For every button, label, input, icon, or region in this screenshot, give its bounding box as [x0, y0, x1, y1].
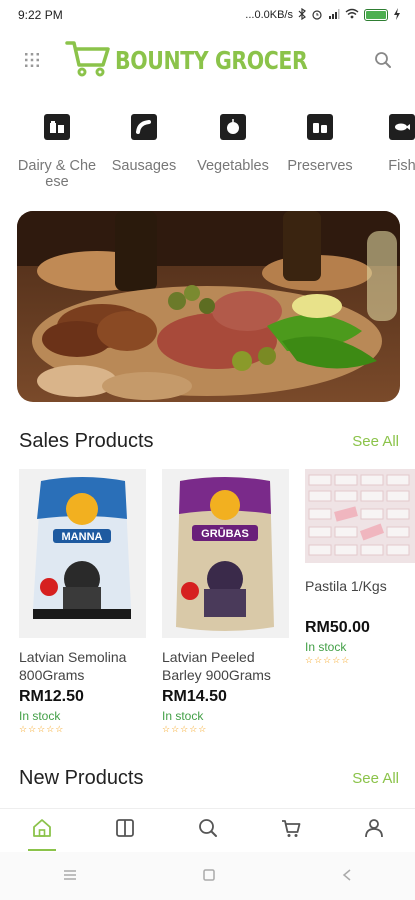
- product-card[interactable]: Pastila 1/Kgs RM50.00 In stock ☆☆☆☆☆: [305, 469, 415, 666]
- dairy-icon: [44, 114, 70, 140]
- category-label: Preserves: [287, 158, 353, 174]
- promo-banner[interactable]: [17, 211, 400, 402]
- category-strip: Dairy & Cheese Sausages Vegetables Prese…: [0, 112, 415, 197]
- category-preserves[interactable]: Preserves: [280, 112, 360, 174]
- profile-icon: [363, 817, 385, 844]
- product-image: GRŪBAS: [162, 469, 289, 638]
- search-icon[interactable]: [371, 48, 395, 72]
- bluetooth-icon: [298, 7, 306, 23]
- rating-stars: ☆☆☆☆☆: [19, 724, 65, 734]
- preserves-icon: [307, 114, 333, 140]
- stock-status: In stock: [305, 640, 347, 654]
- charging-icon: [393, 7, 401, 23]
- nav-home[interactable]: [12, 809, 72, 853]
- home-square-icon[interactable]: [203, 868, 216, 884]
- app-header: BOUNTY GROCER: [0, 36, 415, 84]
- vegetables-icon: [220, 114, 246, 140]
- product-image: MANNA: [19, 469, 146, 638]
- rating-stars: ☆☆☆☆☆: [162, 724, 208, 734]
- new-section-header: New Products See All: [19, 767, 399, 790]
- battery-icon: [364, 9, 388, 21]
- back-icon[interactable]: [342, 868, 352, 884]
- food-platter-image: [17, 211, 400, 402]
- section-title: New Products: [19, 767, 144, 789]
- fish-icon: [389, 114, 415, 140]
- category-label: Vegetables: [197, 158, 269, 174]
- cart-icon: [65, 39, 111, 82]
- section-title: Sales Products: [19, 430, 154, 452]
- product-price: RM12.50: [19, 688, 84, 705]
- category-label: Sausages: [111, 158, 177, 174]
- status-icons: ...0.0KB/s: [245, 7, 401, 23]
- system-navigation: [0, 852, 415, 900]
- pack-label: GRŪBAS: [201, 528, 249, 540]
- stock-status: In stock: [19, 709, 61, 723]
- sim-icon: [328, 8, 340, 23]
- product-price: RM14.50: [162, 688, 227, 705]
- category-fish[interactable]: Fish: [362, 112, 415, 174]
- status-bar: 9:22 PM ...0.0KB/s: [0, 0, 415, 30]
- cart-icon: [280, 817, 302, 844]
- app-title: BOUNTY GROCER: [115, 45, 308, 75]
- wifi-icon: [345, 8, 359, 22]
- nav-catalog[interactable]: [95, 809, 155, 853]
- pack-label: MANNA: [62, 531, 103, 543]
- stock-status: In stock: [162, 709, 204, 723]
- menu-icon[interactable]: [63, 868, 77, 884]
- sales-section-header: Sales Products See All: [19, 430, 399, 453]
- sausages-icon: [131, 114, 157, 140]
- see-all-link[interactable]: See All: [352, 770, 399, 787]
- product-name: Latvian Semolina 800Grams: [19, 649, 127, 683]
- status-time: 9:22 PM: [18, 8, 63, 22]
- see-all-link[interactable]: See All: [352, 433, 399, 450]
- category-sausages[interactable]: Sausages: [104, 112, 184, 174]
- grid-menu-icon[interactable]: [20, 48, 44, 72]
- nav-profile[interactable]: [344, 809, 404, 853]
- category-label: Dairy & Cheese: [17, 158, 97, 190]
- home-icon: [31, 817, 53, 844]
- network-speed: ...0.0KB/s: [245, 9, 293, 21]
- bottom-navigation: [0, 808, 415, 852]
- nav-search[interactable]: [178, 809, 238, 853]
- product-card[interactable]: MANNA Latvian Semolina 800Grams RM12.50 …: [19, 469, 146, 735]
- product-image: [305, 469, 415, 563]
- category-dairy[interactable]: Dairy & Cheese: [17, 112, 97, 190]
- product-name: Pastila 1/Kgs: [305, 578, 387, 594]
- rating-stars: ☆☆☆☆☆: [305, 655, 351, 665]
- catalog-icon: [114, 817, 136, 844]
- product-price: RM50.00: [305, 619, 370, 636]
- category-vegetables[interactable]: Vegetables: [193, 112, 273, 174]
- nav-cart[interactable]: [261, 809, 321, 853]
- search-icon: [197, 817, 219, 844]
- product-card[interactable]: GRŪBAS Latvian Peeled Barley 900Grams RM…: [162, 469, 289, 735]
- product-name: Latvian Peeled Barley 900Grams: [162, 649, 271, 683]
- alarm-icon: [311, 8, 323, 23]
- category-label: Fish: [388, 158, 415, 174]
- app-logo: BOUNTY GROCER: [65, 39, 350, 82]
